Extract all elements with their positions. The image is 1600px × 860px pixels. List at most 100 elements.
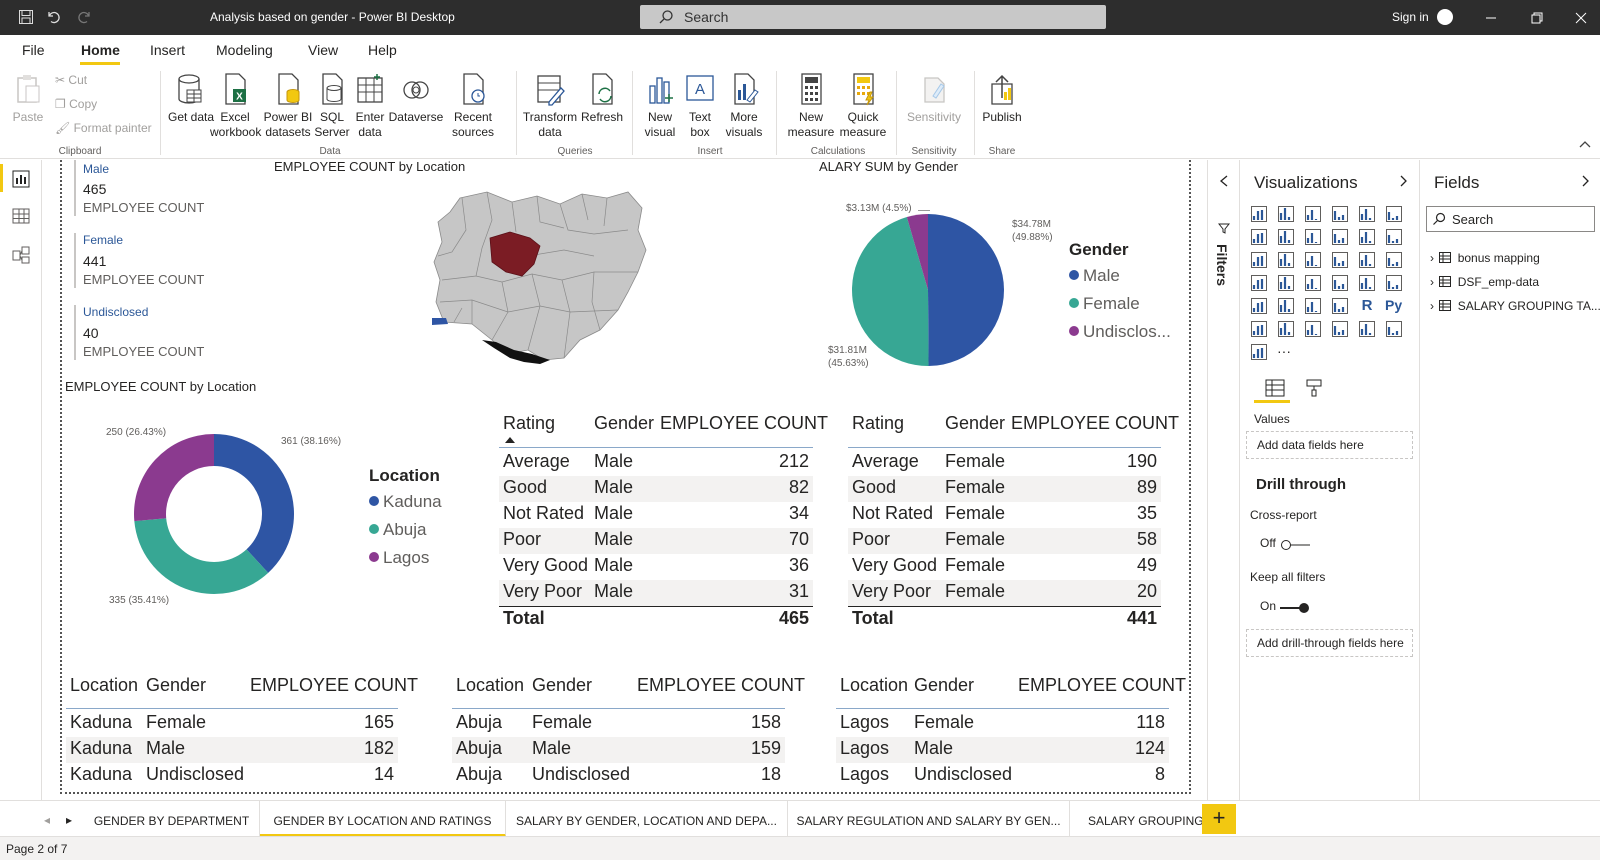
add-drill-through-dropzone[interactable]: Add drill-through fields here	[1246, 629, 1413, 657]
location-legend-abuja[interactable]: Abuja	[369, 520, 426, 540]
model-view-icon[interactable]	[11, 245, 31, 265]
search-input[interactable]: Search	[640, 5, 1106, 29]
waterfall-visual-icon[interactable]	[1250, 251, 1268, 269]
tab-gender-by-location-and-ratings[interactable]: GENDER BY LOCATION AND RATINGS ×	[260, 801, 506, 837]
sql-server-button[interactable]: SQL Server	[314, 72, 350, 140]
tab-salary-by-gender-location[interactable]: SALARY BY GENDER, LOCATION AND DEPA...	[506, 801, 788, 837]
stacked-area-visual-icon[interactable]	[1304, 228, 1322, 246]
table-row[interactable]: Lagos Male 124	[836, 737, 1169, 763]
location-table-kaduna[interactable]: Location Gender EMPLOYEE COUNT Kaduna Fem…	[66, 675, 418, 790]
table-row[interactable]: Not Rated Female 35	[848, 502, 1161, 528]
column-header[interactable]: Location	[70, 675, 138, 696]
r-visual-visual-icon[interactable]: R	[1358, 297, 1376, 315]
prev-page-icon[interactable]: ◂	[44, 813, 50, 827]
card-visual-icon[interactable]	[1358, 274, 1376, 292]
table-row[interactable]: Abuja Undisclosed 18	[452, 763, 785, 789]
table-row[interactable]: Lagos Female 118	[836, 711, 1169, 737]
menu-modeling[interactable]: Modeling	[216, 42, 273, 58]
dataverse-button[interactable]: Dataverse	[388, 72, 444, 125]
salary-legend-female[interactable]: Female	[1069, 294, 1140, 314]
100-column-visual-icon[interactable]	[1385, 205, 1403, 223]
add-page-button[interactable]: +	[1202, 804, 1236, 834]
column-header[interactable]: Gender	[594, 413, 654, 434]
field-table-dsf-emp-data[interactable]: › DSF_emp-data	[1430, 275, 1539, 289]
pie-visual-icon[interactable]	[1331, 251, 1349, 269]
paste-button[interactable]: Paste	[10, 72, 46, 125]
column-header[interactable]: EMPLOYEE COUNT	[1011, 413, 1179, 434]
enter-data-button[interactable]: Enter data	[352, 72, 388, 140]
table-row[interactable]: Kaduna Male 182	[66, 737, 398, 763]
transform-data-button[interactable]: Transform data	[522, 72, 578, 140]
collapse-viz-icon[interactable]	[1398, 174, 1408, 188]
100-bar-visual-icon[interactable]	[1358, 205, 1376, 223]
field-table-bonus-mapping[interactable]: › bonus mapping	[1430, 251, 1540, 265]
table-row[interactable]: Kaduna Undisclosed 14	[66, 763, 398, 789]
column-header[interactable]: EMPLOYEE COUNT	[1018, 675, 1186, 696]
decomposition-tree-visual-icon[interactable]	[1277, 320, 1295, 338]
line-clustered-visual-icon[interactable]	[1358, 228, 1376, 246]
tab-gender-by-department[interactable]: GENDER BY DEPARTMENT	[84, 801, 260, 837]
slicer-visual-icon[interactable]	[1277, 297, 1295, 315]
data-view-icon[interactable]	[11, 206, 31, 226]
table-row[interactable]: Kaduna Female 165	[66, 711, 398, 737]
key-influencers-visual-icon[interactable]	[1250, 320, 1268, 338]
get-data-button[interactable]: Get data	[168, 72, 214, 125]
location-table-lagos[interactable]: Location Gender EMPLOYEE COUNT Lagos Fema…	[836, 675, 1186, 790]
location-legend-kaduna[interactable]: Kaduna	[369, 492, 442, 512]
gauge-visual-icon[interactable]	[1331, 274, 1349, 292]
ribbon-visual-icon[interactable]	[1385, 228, 1403, 246]
restore-icon[interactable]	[1528, 9, 1546, 27]
power-automate-visual-icon[interactable]	[1250, 343, 1268, 361]
menu-help[interactable]: Help	[368, 42, 397, 58]
tab-salary-grouping[interactable]: SALARY GROUPING	[1070, 801, 1202, 837]
salary-pie-slice-male[interactable]	[928, 214, 1004, 366]
area-visual-icon[interactable]	[1277, 228, 1295, 246]
fields-well-icon[interactable]	[1264, 378, 1286, 398]
donut-visual-icon[interactable]	[1358, 251, 1376, 269]
nigeria-map[interactable]	[432, 190, 657, 370]
funnel-visual-icon[interactable]	[1277, 251, 1295, 269]
new-visual-button[interactable]: New visual	[640, 72, 680, 140]
clustered-column-visual-icon[interactable]	[1331, 205, 1349, 223]
paginated-visual-icon[interactable]	[1358, 320, 1376, 338]
report-view-icon[interactable]	[11, 169, 31, 189]
more-visual-icon[interactable]: ···	[1277, 343, 1295, 361]
column-header[interactable]: Gender	[532, 675, 592, 696]
donut-slice-abuja[interactable]	[134, 518, 269, 594]
location-donut-chart[interactable]	[132, 432, 296, 596]
treemap-visual-icon[interactable]	[1385, 251, 1403, 269]
table-row[interactable]: Abuja Male 159	[452, 737, 785, 763]
stacked-bar-visual-icon[interactable]	[1250, 205, 1268, 223]
expand-filters-icon[interactable]	[1218, 174, 1230, 188]
menu-insert[interactable]: Insert	[150, 42, 185, 58]
more-visuals-button[interactable]: More visuals	[722, 72, 766, 140]
save-icon[interactable]	[18, 9, 34, 25]
undo-icon[interactable]	[46, 9, 62, 25]
column-header[interactable]: Location	[840, 675, 908, 696]
table-row[interactable]: Average Female 190	[848, 450, 1161, 476]
sign-in-link[interactable]: Sign in	[1392, 10, 1429, 24]
column-header[interactable]: EMPLOYEE COUNT	[660, 413, 828, 434]
table-row[interactable]: Not Rated Male 34	[499, 502, 813, 528]
cut-button[interactable]: ✂ Cut	[55, 73, 87, 87]
collapse-ribbon-icon[interactable]	[1578, 139, 1592, 149]
table-row[interactable]: Lagos Undisclosed 8	[836, 763, 1169, 789]
stacked-column-visual-icon[interactable]	[1277, 205, 1295, 223]
smart-narrative-visual-icon[interactable]	[1331, 320, 1349, 338]
table-row[interactable]: Poor Male 70	[499, 528, 813, 554]
quick-measure-button[interactable]: Quick measure	[838, 72, 888, 140]
kpi-visual-icon[interactable]	[1250, 297, 1268, 315]
excel-workbook-button[interactable]: X Excel workbook	[208, 72, 262, 140]
table-row[interactable]: Very Good Female 49	[848, 554, 1161, 580]
format-painter-button[interactable]: 🖌 Format painter	[55, 121, 152, 135]
table-row[interactable]: Very Poor Female 20	[848, 580, 1161, 606]
text-box-button[interactable]: A Text box	[682, 72, 718, 140]
redo-icon[interactable]	[76, 9, 92, 25]
column-header[interactable]: Location	[456, 675, 524, 696]
next-page-icon[interactable]: ▸	[66, 813, 72, 827]
minimize-icon[interactable]	[1482, 9, 1500, 27]
multi-row-card-visual-icon[interactable]	[1385, 274, 1403, 292]
new-measure-button[interactable]: New measure	[786, 72, 836, 140]
avatar[interactable]	[1437, 9, 1453, 25]
field-table-salary-grouping[interactable]: › SALARY GROUPING TA...	[1430, 299, 1600, 313]
